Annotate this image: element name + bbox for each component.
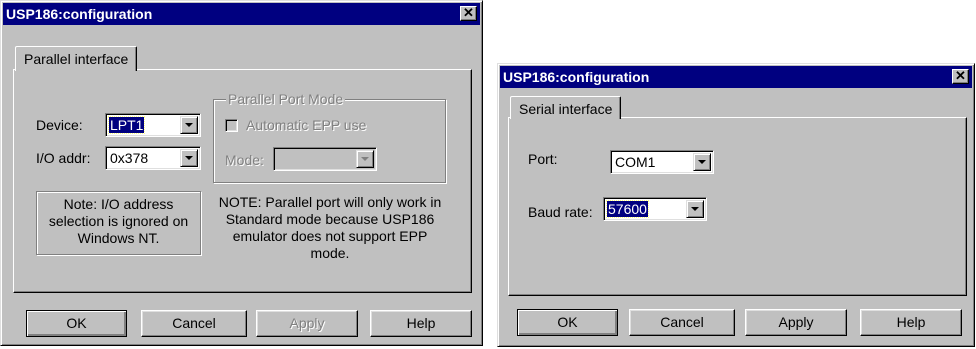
- baud-rate-select[interactable]: 57600: [603, 197, 707, 221]
- device-label: Device:: [36, 117, 83, 133]
- epp-note: NOTE: Parallel port will only work in St…: [215, 194, 445, 262]
- apply-button[interactable]: Apply: [256, 310, 358, 337]
- device-value: LPT1: [107, 116, 146, 134]
- epp-note-text: NOTE: Parallel port will only work in St…: [218, 194, 442, 261]
- io-addr-value: 0x378: [110, 150, 149, 166]
- chevron-down-icon[interactable]: [180, 149, 198, 167]
- cancel-button[interactable]: Cancel: [629, 309, 735, 336]
- ok-button[interactable]: OK: [26, 310, 127, 337]
- apply-label: Apply: [289, 315, 325, 331]
- device-select[interactable]: LPT1: [105, 113, 201, 137]
- mode-value: [277, 151, 279, 167]
- port-label: Port:: [528, 151, 558, 167]
- dialog-title: USP186:configuration: [6, 6, 153, 22]
- group-title: Parallel Port Mode: [226, 91, 346, 107]
- baud-rate-value: 57600: [606, 200, 649, 218]
- cancel-label: Cancel: [660, 314, 704, 330]
- io-addr-label: I/O addr:: [36, 150, 91, 166]
- chevron-down-icon[interactable]: [180, 116, 198, 134]
- close-icon: ✕: [955, 68, 966, 83]
- port-value: COM1: [615, 154, 656, 170]
- port-select[interactable]: COM1: [610, 150, 714, 174]
- ok-button[interactable]: OK: [517, 309, 618, 336]
- tab-parallel-interface[interactable]: Parallel interface: [15, 46, 138, 71]
- help-label: Help: [896, 314, 926, 330]
- auto-epp-label: Automatic EPP use: [246, 117, 367, 133]
- help-button[interactable]: Help: [860, 309, 962, 336]
- chevron-down-icon[interactable]: [693, 153, 711, 171]
- auto-epp-checkbox[interactable]: [225, 119, 238, 132]
- dialog-title: USP186:configuration: [503, 69, 650, 85]
- help-button[interactable]: Help: [370, 310, 472, 337]
- apply-button[interactable]: Apply: [745, 309, 847, 336]
- cancel-label: Cancel: [172, 315, 216, 331]
- cancel-button[interactable]: Cancel: [141, 310, 247, 337]
- io-note-box: Note: I/O address selection is ignored o…: [36, 191, 201, 255]
- help-label: Help: [406, 315, 436, 331]
- parallel-config-dialog: USP186:configuration ✕ Parallel interfac…: [0, 0, 483, 346]
- tab-label: Serial interface: [519, 101, 613, 117]
- title-bar[interactable]: USP186:configuration ✕: [500, 66, 972, 88]
- baud-rate-label: Baud rate:: [528, 204, 593, 220]
- mode-select[interactable]: [273, 147, 377, 171]
- ok-label: OK: [66, 315, 87, 331]
- mode-label: Mode:: [225, 152, 264, 168]
- close-icon: ✕: [463, 5, 474, 20]
- close-button[interactable]: ✕: [952, 69, 969, 84]
- io-addr-select[interactable]: 0x378: [105, 146, 201, 170]
- serial-config-dialog: USP186:configuration ✕ Serial interface …: [497, 63, 975, 347]
- tab-serial-interface[interactable]: Serial interface: [510, 96, 622, 119]
- ok-label: OK: [557, 314, 578, 330]
- chevron-down-icon[interactable]: [356, 150, 374, 168]
- apply-label: Apply: [778, 314, 814, 330]
- chevron-down-icon[interactable]: [686, 200, 704, 218]
- close-button[interactable]: ✕: [460, 6, 477, 21]
- title-bar[interactable]: USP186:configuration ✕: [3, 3, 480, 25]
- tab-label: Parallel interface: [24, 51, 129, 67]
- io-note-text: Note: I/O address selection is ignored o…: [48, 196, 189, 246]
